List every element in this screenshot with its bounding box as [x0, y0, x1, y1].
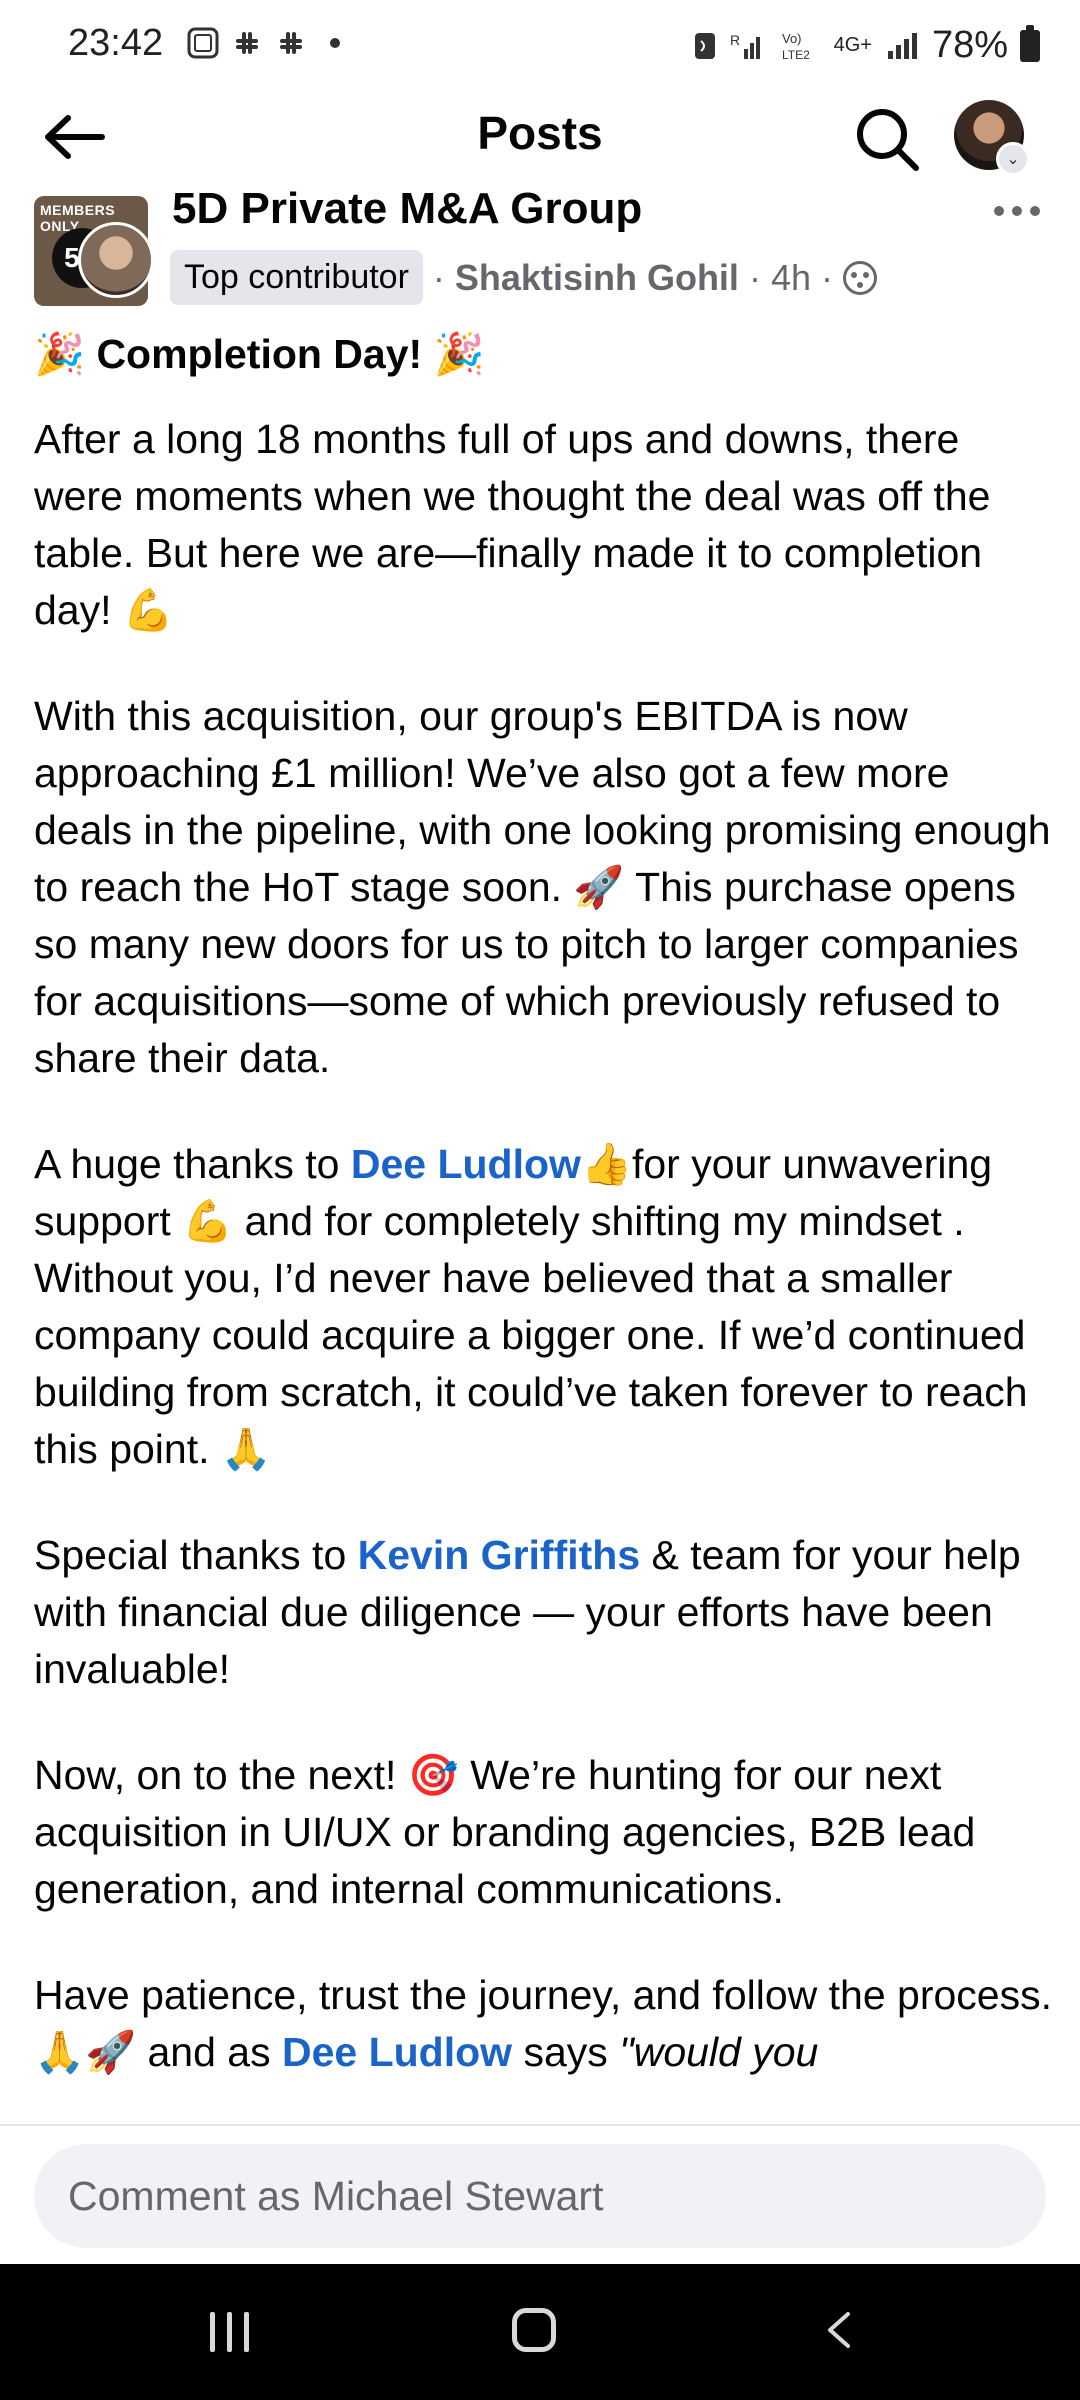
nav-back-icon[interactable]	[820, 2310, 860, 2350]
post-paragraph: A huge thanks to Dee Ludlow👍for your unw…	[34, 1136, 1054, 1478]
network-type: 4G+	[833, 34, 872, 56]
chevron-down-icon[interactable]: ⌄	[996, 142, 1030, 176]
screenshot-icon	[187, 27, 219, 59]
slack-icon	[236, 32, 258, 54]
post-body: 🎉 Completion Day! 🎉 After a long 18 mont…	[34, 326, 1054, 2130]
volte-icon: Vo) LTE2	[782, 31, 810, 62]
post-paragraph: After a long 18 months full of ups and d…	[34, 416, 991, 633]
separator: ·	[748, 256, 761, 298]
group-privacy-icon	[842, 260, 877, 295]
notification-icons	[186, 26, 340, 60]
post-paragraph: Special thanks to Kevin Griffiths & team…	[34, 1527, 1054, 1698]
post-time[interactable]: 4h	[771, 257, 811, 299]
recents-icon[interactable]	[210, 2312, 249, 2352]
battery-percent: 78%	[931, 24, 1008, 66]
post-paragraph: Have patience, trust the journey, and fo…	[34, 1967, 1054, 2081]
text-span: A huge thanks to	[34, 1141, 351, 1187]
post-heading: 🎉 Completion Day! 🎉	[34, 331, 485, 377]
slack-icon	[280, 32, 302, 54]
signal-icon	[887, 32, 917, 59]
post-paragraph: Now, on to the next! 🎯 We’re hunting for…	[34, 1752, 976, 1912]
quote-text: "would you	[619, 2029, 819, 2075]
text-span: Special thanks to	[34, 1532, 358, 1578]
signal-sim1-icon: R	[730, 32, 760, 59]
status-time: 23:42	[68, 22, 164, 64]
search-icon[interactable]	[852, 104, 922, 174]
comment-input[interactable]: Comment as Michael Stewart	[34, 2144, 1046, 2248]
svg-text:Vo): Vo)	[782, 31, 802, 46]
separator: ·	[432, 256, 445, 298]
text-span: says	[512, 2029, 620, 2075]
mention-link[interactable]: Dee Ludlow	[351, 1141, 581, 1187]
author-avatar[interactable]	[78, 222, 154, 298]
contributor-badge[interactable]: Top contributor	[170, 250, 423, 305]
post-paragraph: With this acquisition, our group's EBITD…	[34, 693, 1051, 1081]
post-header: MEMBERS ONLY 5D 5D Private M&A Group Top…	[0, 184, 1080, 316]
mention-link[interactable]: Dee Ludlow	[282, 2029, 512, 2075]
battery-icon	[1020, 24, 1040, 62]
app-header: Posts ⌄	[0, 92, 1080, 184]
more-notifications-icon	[330, 38, 340, 48]
separator: ·	[820, 256, 833, 298]
system-nav-bar	[0, 2264, 1080, 2400]
status-bar: 23:42 R Vo) LTE2 4G+ 78%	[0, 0, 1080, 92]
svg-text:LTE2: LTE2	[782, 48, 810, 62]
more-options-icon[interactable]	[994, 196, 1054, 226]
text-span: 👍for your unwavering support 💪 and for c…	[34, 1141, 1028, 1472]
author-name[interactable]: Shaktisinh Gohil	[455, 257, 739, 299]
nfc-icon	[694, 32, 715, 59]
group-name[interactable]: 5D Private M&A Group	[172, 184, 642, 234]
post-meta: Top contributor · Shaktisinh Gohil · 4h …	[170, 250, 877, 305]
svg-text:R: R	[730, 32, 740, 48]
system-status: R Vo) LTE2 4G+ 78%	[692, 24, 1040, 67]
comment-bar: Comment as Michael Stewart	[0, 2124, 1080, 2266]
home-icon[interactable]	[512, 2308, 556, 2352]
mention-link[interactable]: Kevin Griffiths	[358, 1532, 640, 1578]
